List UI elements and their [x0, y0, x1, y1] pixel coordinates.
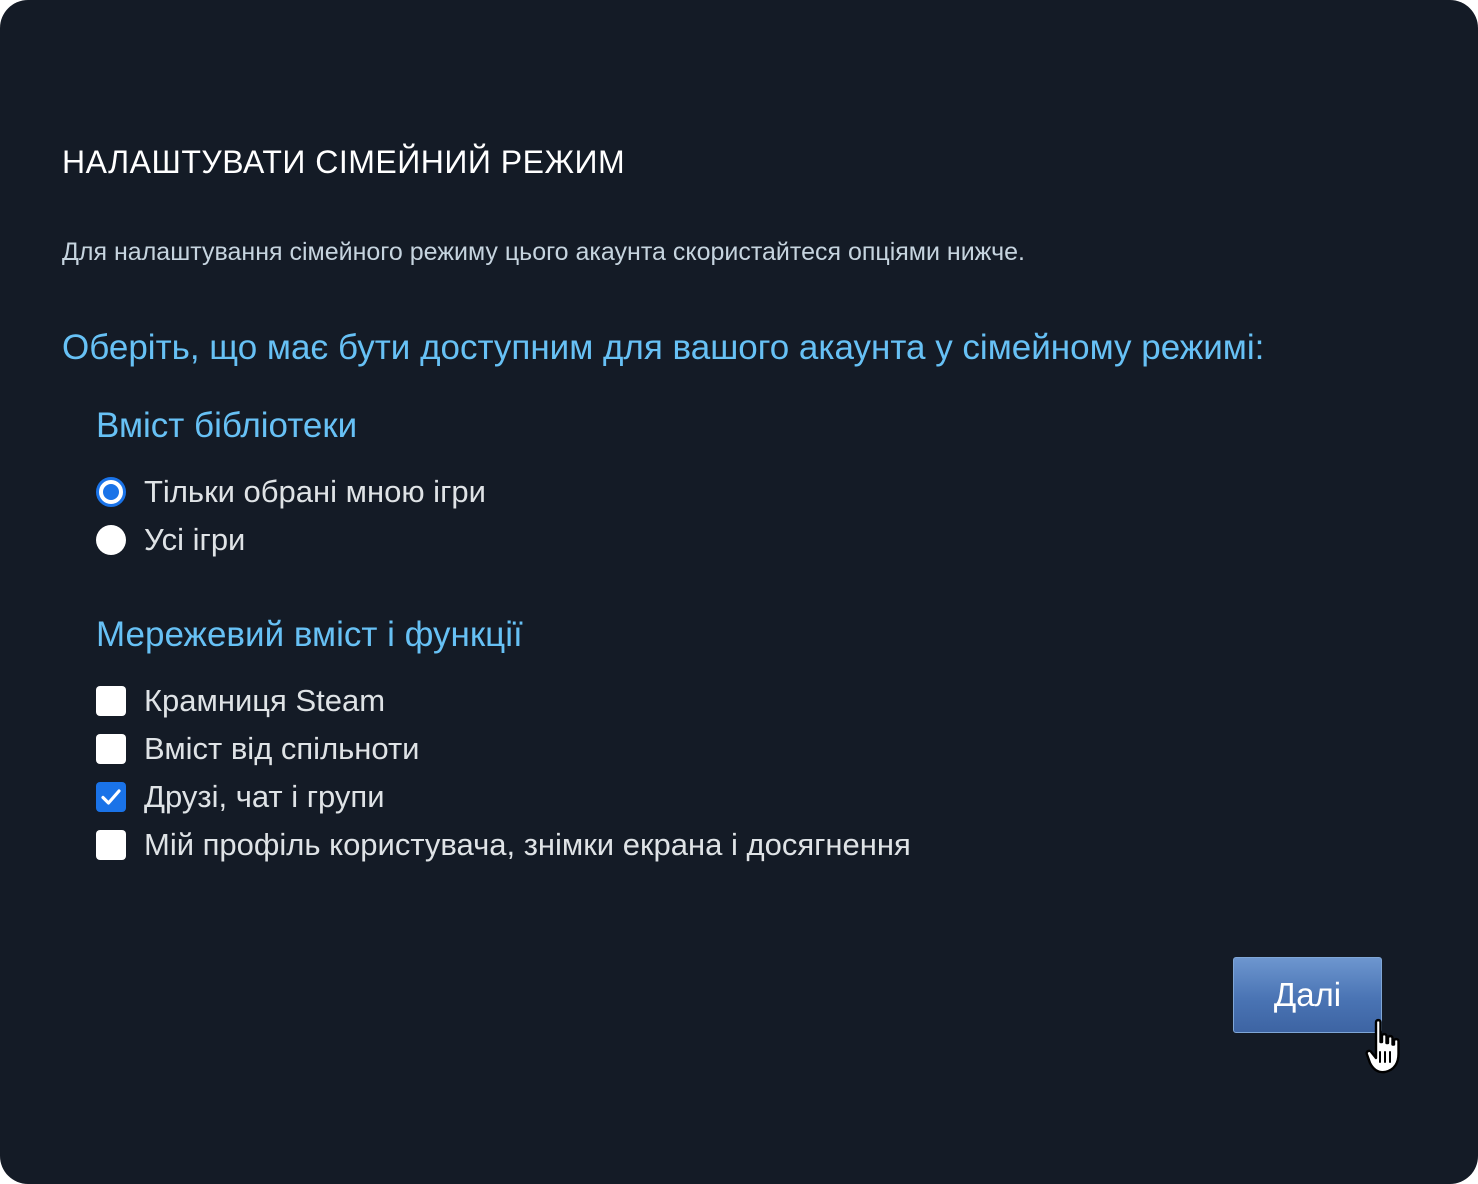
- hand-pointer-icon: [1365, 1018, 1400, 1074]
- checkbox-option-profile-screenshots-achievements[interactable]: Мій профіль користувача, знімки екрана і…: [96, 825, 911, 865]
- checkbox-label: Мій профіль користувача, знімки екрана і…: [144, 827, 911, 862]
- checkbox-option-friends-chat-groups[interactable]: Друзі, чат і групи: [96, 777, 385, 817]
- radio-dot-icon: [103, 484, 119, 500]
- checkbox-option-steam-store[interactable]: Крамниця Steam: [96, 681, 385, 721]
- checkbox-option-community-content[interactable]: Вміст від спільноти: [96, 729, 420, 769]
- online-features-heading: Мережевий вміст і функції: [96, 615, 523, 654]
- radio-label: Тільки обрані мною ігри: [144, 474, 486, 509]
- radio-option-selected-games[interactable]: Тільки обрані мною ігри: [96, 472, 486, 512]
- library-heading: Вміст бібліотеки: [96, 406, 358, 445]
- radio-option-all-games[interactable]: Усі ігри: [96, 520, 245, 560]
- section-prompt: Оберіть, що має бути доступним для вашог…: [62, 328, 1265, 367]
- page-title: НАЛАШТУВАТИ СІМЕЙНИЙ РЕЖИМ: [62, 144, 626, 180]
- radio-label: Усі ігри: [144, 522, 246, 557]
- radio-button[interactable]: [96, 525, 126, 555]
- checkbox[interactable]: [96, 734, 126, 764]
- checkbox-label: Вміст від спільноти: [144, 731, 420, 766]
- family-view-dialog: НАЛАШТУВАТИ СІМЕЙНИЙ РЕЖИМ Для налаштува…: [0, 0, 1478, 1184]
- checkbox[interactable]: [96, 686, 126, 716]
- checkbox-label: Друзі, чат і групи: [144, 779, 385, 814]
- radio-button-selected[interactable]: [96, 477, 126, 507]
- checkbox[interactable]: [96, 830, 126, 860]
- checkbox-label: Крамниця Steam: [144, 683, 386, 718]
- checkbox-checked[interactable]: [96, 782, 126, 812]
- checkmark-icon: [101, 789, 121, 805]
- page-description: Для налаштування сімейного режиму цього …: [62, 238, 1025, 266]
